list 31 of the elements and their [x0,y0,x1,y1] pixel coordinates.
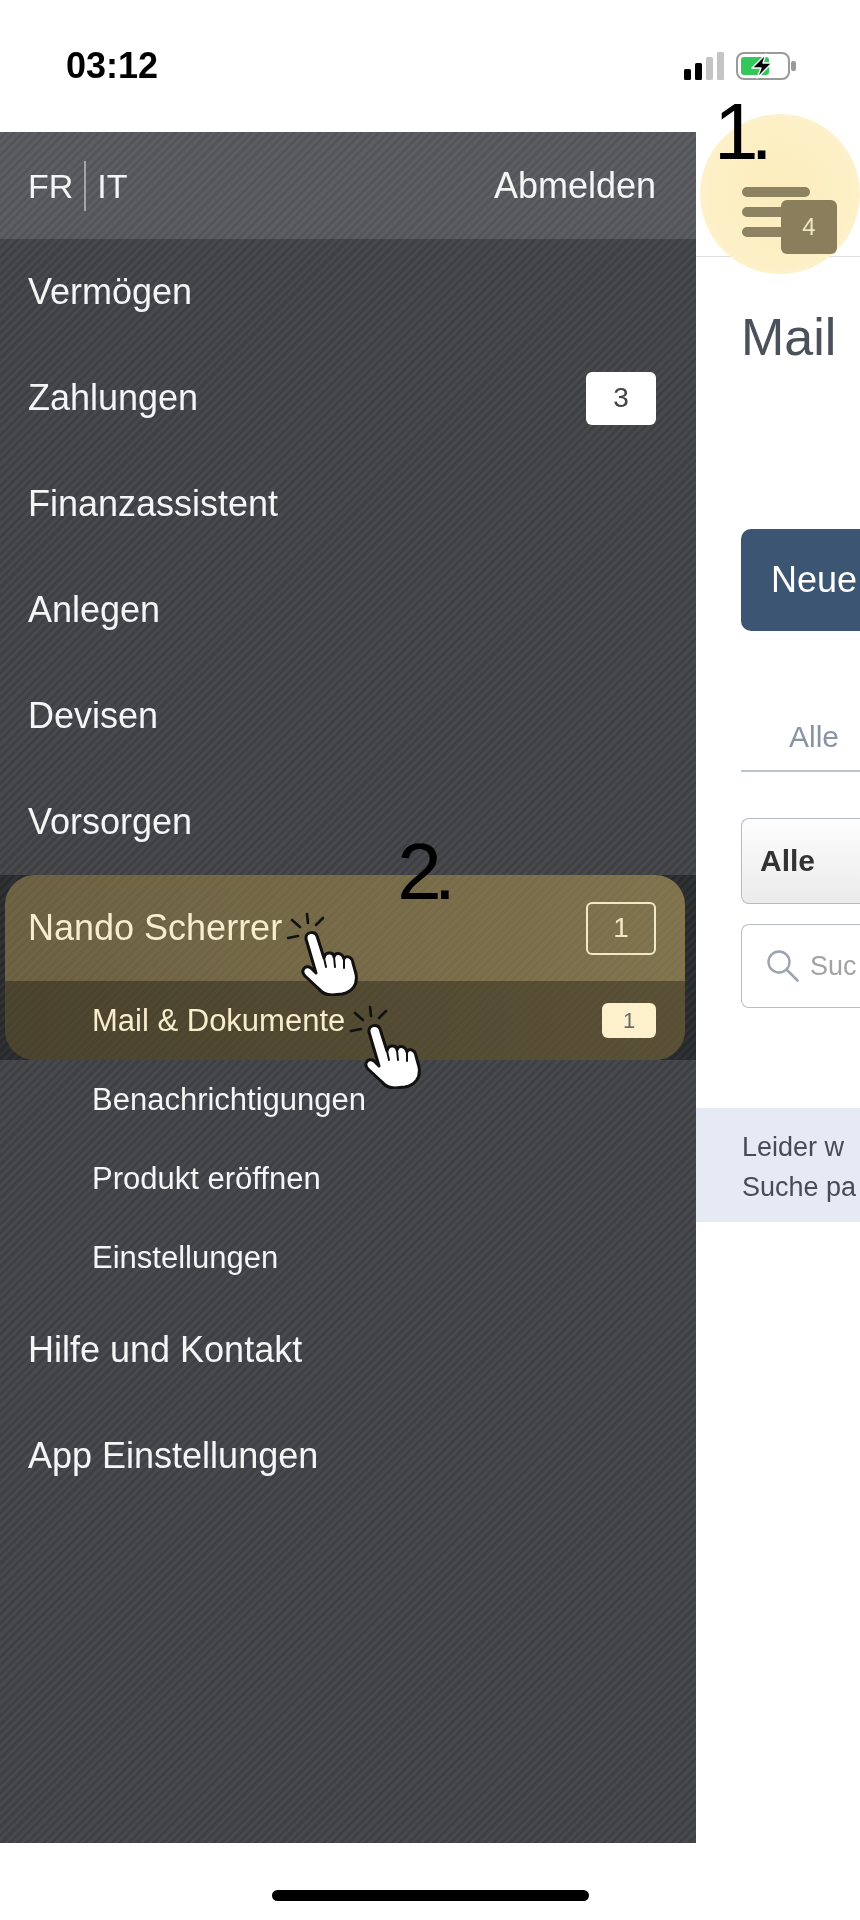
menu-item[interactable]: Vorsorgen [28,800,193,844]
notice-text: Leider w Suche pa [742,1131,858,1204]
count-badge: 3 [586,371,656,425]
search-icon [766,949,799,982]
menu-item[interactable]: Vermögen [28,270,193,314]
status-time: 03:12 [66,46,159,86]
menu-item[interactable]: Hilfe und Kontakt [28,1328,303,1372]
language-link[interactable]: FR [28,165,74,206]
menu-item[interactable]: Finanzassistent [28,482,279,526]
menu-item[interactable]: Zahlungen [28,376,199,420]
submenu-item[interactable]: Produkt eröffnen [92,1159,321,1198]
menu-item[interactable]: Anlegen [28,588,161,632]
count-badge: 1 [586,901,656,955]
search-field[interactable]: Suc [741,924,860,1008]
battery-charging-icon [736,52,797,80]
cellular-signal-icon [684,52,724,80]
step-number: 2. [397,832,448,912]
filter-dropdown[interactable]: Alle [741,818,860,904]
menu-item[interactable]: Nando Scherrer [28,906,283,950]
new-button[interactable]: Neue [741,529,860,631]
submenu-item[interactable]: Benachrichtigungen [92,1080,367,1119]
language-link[interactable]: IT [97,165,128,206]
menu-item[interactable]: App Einstellungen [28,1434,319,1478]
logout-link[interactable]: Abmelden [493,164,656,207]
notification-badge: 4 [781,200,837,254]
page-title: Mail [741,307,838,367]
menu-item[interactable]: Devisen [28,694,159,738]
step-number: 1. [714,92,765,172]
count-badge: 1 [602,1003,656,1038]
submenu-item[interactable]: Mail & Dokumente [92,1001,346,1040]
submenu-item[interactable]: Einstellungen [92,1238,279,1277]
